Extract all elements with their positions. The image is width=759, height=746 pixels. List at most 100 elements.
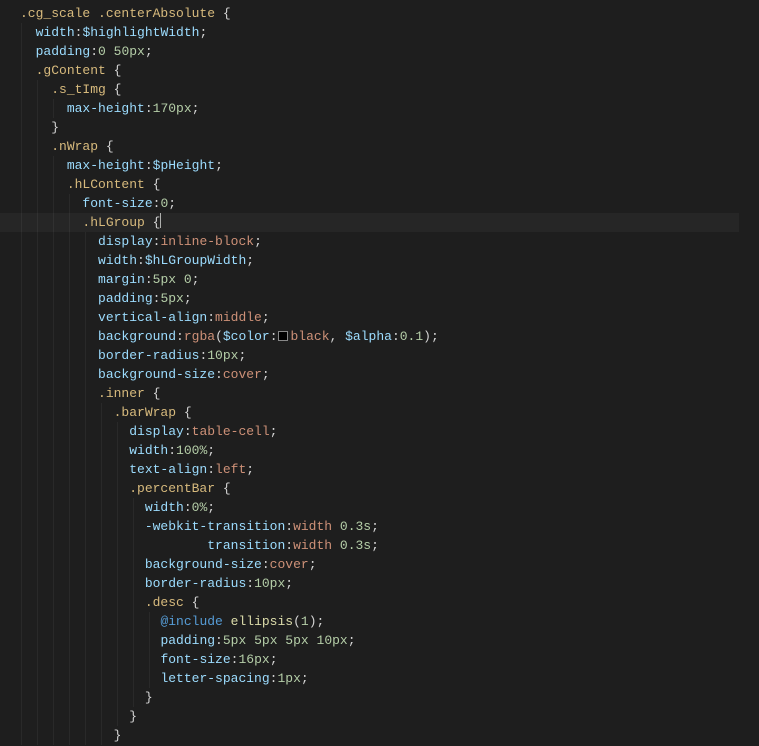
code-token: ; <box>301 671 309 686</box>
code-token: } <box>145 690 153 705</box>
code-line[interactable]: .nWrap { <box>20 137 739 156</box>
code-line[interactable]: max-height:170px; <box>20 99 739 118</box>
code-line[interactable]: padding:5px 5px 5px 10px; <box>20 631 739 650</box>
code-token: ; <box>262 367 270 382</box>
code-line[interactable]: @include ellipsis(1); <box>20 612 739 631</box>
code-line[interactable]: .inner { <box>20 384 739 403</box>
code-line[interactable]: border-radius:10px; <box>20 346 739 365</box>
indent <box>20 424 129 439</box>
code-token: ; <box>215 158 223 173</box>
code-line[interactable]: } <box>20 688 739 707</box>
code-token: .barWrap <box>114 405 184 420</box>
code-token <box>223 614 231 629</box>
code-line[interactable]: border-radius:10px; <box>20 574 739 593</box>
code-token: padding <box>160 633 215 648</box>
code-line[interactable]: } <box>20 707 739 726</box>
indent <box>20 538 145 553</box>
code-line[interactable]: background:rgba($color:black, $alpha:0.1… <box>20 327 739 346</box>
code-token: : <box>392 329 400 344</box>
code-token: border-radius <box>145 576 246 591</box>
code-line[interactable]: padding:5px; <box>20 289 739 308</box>
code-line[interactable]: .hLGroup { <box>0 213 739 232</box>
code-line[interactable]: font-size:0; <box>20 194 739 213</box>
code-token: width <box>293 519 340 534</box>
code-token: } <box>129 709 137 724</box>
code-token: ; <box>192 101 200 116</box>
code-token: $color <box>223 329 270 344</box>
code-token: left <box>215 462 246 477</box>
code-line[interactable]: padding:0 50px; <box>20 42 739 61</box>
indent <box>20 215 82 230</box>
code-line[interactable]: letter-spacing:1px; <box>20 669 739 688</box>
code-line[interactable]: .gContent { <box>20 61 739 80</box>
code-token: -webkit-transition <box>145 519 285 534</box>
code-line[interactable]: .desc { <box>20 593 739 612</box>
indent <box>20 44 36 59</box>
code-token: : <box>145 272 153 287</box>
code-token: 0.1 <box>400 329 423 344</box>
code-token: ( <box>293 614 301 629</box>
code-line[interactable]: } <box>20 118 739 137</box>
code-token: , <box>330 329 346 344</box>
indent <box>20 196 82 211</box>
code-line[interactable]: width:$highlightWidth; <box>20 23 739 42</box>
code-token: { <box>153 386 161 401</box>
code-line[interactable]: background-size:cover; <box>20 555 739 574</box>
code-line[interactable]: .cg_scale .centerAbsolute { <box>20 4 739 23</box>
code-line[interactable]: vertical-align:middle; <box>20 308 739 327</box>
code-line[interactable]: text-align:left; <box>20 460 739 479</box>
code-token: px <box>285 671 301 686</box>
code-editor[interactable]: .cg_scale .centerAbsolute { width:$highl… <box>0 0 759 746</box>
code-token: { <box>106 139 114 154</box>
code-line[interactable]: background-size:cover; <box>20 365 739 384</box>
code-line[interactable]: font-size:16px; <box>20 650 739 669</box>
code-token: ; <box>238 348 246 363</box>
code-token: } <box>114 728 122 743</box>
code-token: } <box>51 120 59 135</box>
code-token: rgba <box>184 329 215 344</box>
code-token: { <box>114 63 122 78</box>
code-token: display <box>129 424 184 439</box>
text-caret <box>160 213 161 228</box>
code-token: transition <box>145 538 285 553</box>
indent <box>20 367 98 382</box>
code-token: { <box>192 595 200 610</box>
code-line[interactable]: .percentBar { <box>20 479 739 498</box>
indent <box>20 652 160 667</box>
code-token: px <box>270 576 286 591</box>
code-token: px <box>293 633 316 648</box>
code-line[interactable]: -webkit-transition:width 0.3s; <box>20 517 739 536</box>
indent <box>20 595 145 610</box>
code-token: : <box>184 424 192 439</box>
code-token: .inner <box>98 386 153 401</box>
indent <box>20 500 145 515</box>
code-token: 10 <box>317 633 333 648</box>
code-token: ; <box>207 500 215 515</box>
code-token: letter-spacing <box>160 671 269 686</box>
code-line[interactable]: max-height:$pHeight; <box>20 156 739 175</box>
code-line[interactable]: .barWrap { <box>20 403 739 422</box>
code-line[interactable]: width:0%; <box>20 498 739 517</box>
code-token: ; <box>371 538 379 553</box>
indent <box>20 158 67 173</box>
code-line[interactable]: .hLContent { <box>20 175 739 194</box>
code-line[interactable]: width:100%; <box>20 441 739 460</box>
code-area[interactable]: .cg_scale .centerAbsolute { width:$highl… <box>20 4 739 745</box>
code-token: { <box>223 6 231 21</box>
code-line[interactable]: } <box>20 726 739 745</box>
code-token: px <box>129 44 145 59</box>
indent <box>20 177 67 192</box>
indent <box>20 253 98 268</box>
code-token: px <box>160 272 183 287</box>
code-line[interactable]: width:$hLGroupWidth; <box>20 251 739 270</box>
code-token: { <box>184 405 192 420</box>
code-line[interactable]: transition:width 0.3s; <box>20 536 739 555</box>
code-line[interactable]: display:inline-block; <box>20 232 739 251</box>
code-token: ; <box>262 310 270 325</box>
indent <box>20 139 51 154</box>
code-line[interactable]: .s_tImg { <box>20 80 739 99</box>
code-line[interactable]: margin:5px 0; <box>20 270 739 289</box>
code-token: ; <box>192 272 200 287</box>
code-line[interactable]: display:table-cell; <box>20 422 739 441</box>
code-token: : <box>176 329 184 344</box>
